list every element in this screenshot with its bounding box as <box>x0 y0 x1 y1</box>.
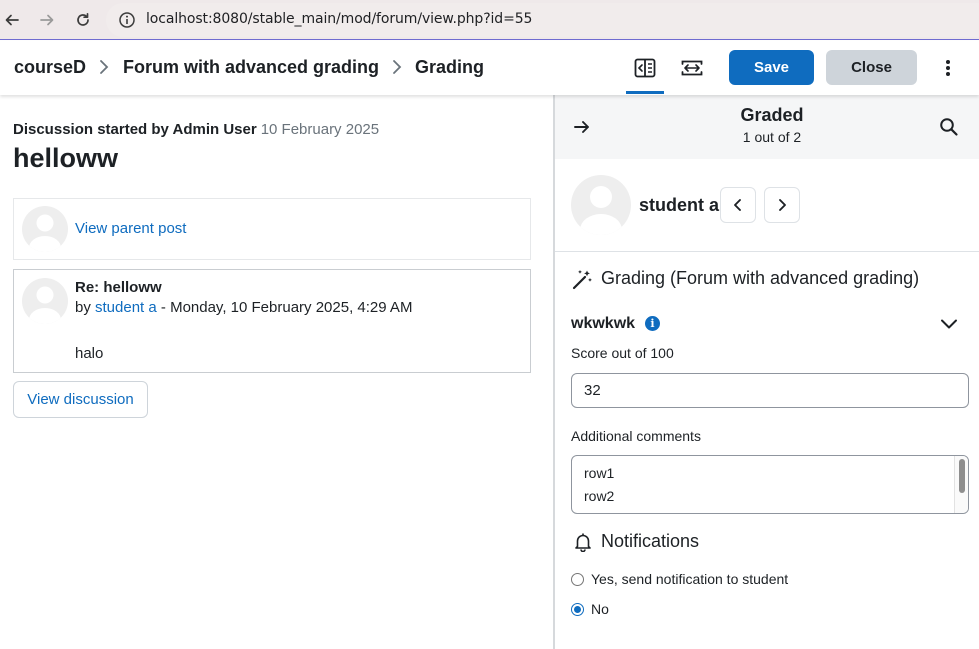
comments-label: Additional comments <box>571 428 701 444</box>
grading-section-title: Grading (Forum with advanced grading) <box>601 268 920 288</box>
student-name: student a <box>639 195 720 215</box>
byline-prefix: by <box>75 299 91 316</box>
url-text: localhost:8080/stable_main/mod/forum/vie… <box>146 11 533 27</box>
bell-icon <box>573 532 593 553</box>
comment-line: row3 <box>584 511 614 513</box>
notify-no-label[interactable]: No <box>591 601 609 617</box>
discussion-meta: Discussion started by Admin User 10 Febru… <box>13 121 379 138</box>
view-parent-post-link[interactable]: View parent post <box>75 220 186 237</box>
info-icon[interactable]: i <box>645 316 660 331</box>
post-datetime: - Monday, 10 February 2025, 4:29 AM <box>160 299 413 316</box>
chevron-right-icon <box>779 199 786 211</box>
magic-wand-icon <box>571 269 593 291</box>
graded-count: 1 out of 2 <box>742 129 802 145</box>
post-author-link[interactable]: student a <box>95 299 157 316</box>
collapse-grader-panel-icon[interactable] <box>627 51 663 85</box>
comments-textarea[interactable]: row1 row2 row3 <box>571 455 969 514</box>
avatar <box>571 175 631 235</box>
comment-line: row1 <box>584 465 615 481</box>
breadcrumb-grading: Grading <box>415 57 485 77</box>
search-icon[interactable] <box>939 117 959 137</box>
parent-post-card: View parent post <box>13 198 531 260</box>
breadcrumb-forum[interactable]: Forum with advanced grading <box>123 57 379 78</box>
discussion-date: 10 February 2025 <box>260 121 380 138</box>
site-info-icon[interactable] <box>118 11 136 29</box>
score-input[interactable]: 32 <box>571 373 969 408</box>
student-selector: student a <box>555 159 979 252</box>
discussion-title: helloww <box>13 143 119 173</box>
grader-pane: Graded 1 out of 2 student a Grading (For… <box>555 95 979 649</box>
previous-user-button[interactable] <box>720 187 756 223</box>
post-title: Re: helloww <box>75 279 162 296</box>
scroll-thumb[interactable] <box>959 459 965 493</box>
discussion-started-by: Discussion started by Admin User <box>13 121 257 138</box>
address-bar[interactable]: localhost:8080/stable_main/mod/forum/vie… <box>106 3 979 37</box>
back-arrow-icon[interactable] <box>0 8 24 32</box>
close-button[interactable]: Close <box>826 50 917 85</box>
discussion-pane: Discussion started by Admin User 10 Febru… <box>0 95 554 649</box>
textarea-scrollbar[interactable] <box>954 456 968 513</box>
post-body: halo <box>75 345 104 362</box>
grader-header: courseD Forum with advanced grading Grad… <box>0 41 979 95</box>
chevron-right-icon <box>97 59 111 75</box>
active-view-indicator <box>626 91 664 94</box>
save-button[interactable]: Save <box>729 50 814 85</box>
comment-line: row2 <box>584 488 615 504</box>
view-discussion-button[interactable]: View discussion <box>13 381 148 418</box>
reply-post-card: Re: helloww by student a - Monday, 10 Fe… <box>13 269 531 373</box>
next-user-button[interactable] <box>764 187 800 223</box>
notifications-title: Notifications <box>601 531 700 551</box>
avatar <box>22 278 68 324</box>
breadcrumb-course[interactable]: courseD <box>14 57 86 78</box>
score-label: Score out of 100 <box>571 345 674 361</box>
notify-no-radio[interactable] <box>571 603 584 616</box>
notify-yes-radio[interactable] <box>571 573 584 586</box>
graded-status-title: Graded <box>740 105 804 125</box>
notify-yes-label[interactable]: Yes, send notification to student <box>591 571 788 587</box>
avatar <box>22 206 68 252</box>
chevron-down-icon[interactable] <box>939 317 959 331</box>
criterion-name: wkwkwk <box>571 315 636 332</box>
expand-width-icon[interactable] <box>674 51 710 85</box>
browser-toolbar: localhost:8080/stable_main/mod/forum/vie… <box>0 0 979 40</box>
chevron-right-icon <box>390 59 404 75</box>
grading-status-header: Graded 1 out of 2 <box>555 95 979 159</box>
reload-icon[interactable] <box>71 8 95 32</box>
chevron-left-icon <box>734 199 741 211</box>
post-byline: by student a - Monday, 10 February 2025,… <box>75 299 412 316</box>
more-options-icon[interactable] <box>938 57 958 79</box>
forward-arrow-icon[interactable] <box>35 8 59 32</box>
